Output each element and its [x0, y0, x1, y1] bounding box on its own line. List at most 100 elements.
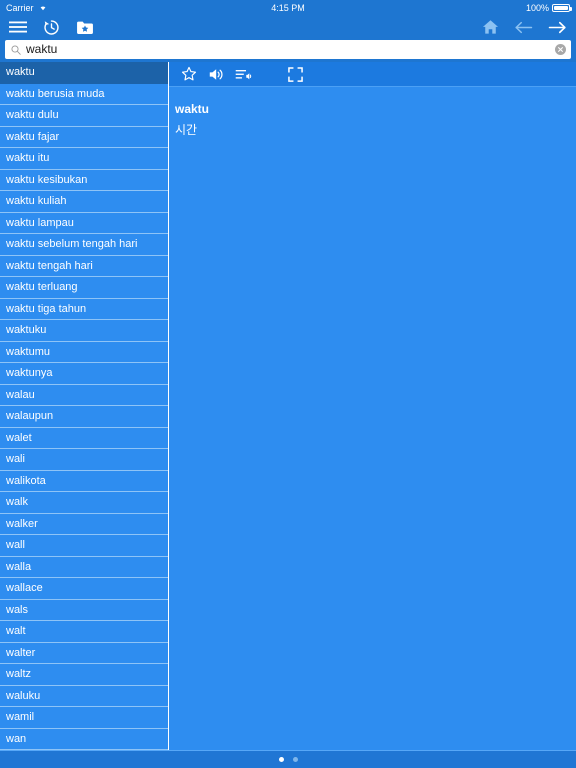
word-list-item-label: wan — [6, 732, 27, 745]
entry-translation: 시간 — [175, 123, 198, 137]
word-list-item[interactable]: waktu sebelum tengah hari — [0, 234, 168, 256]
status-bar-left: Carrier — [6, 3, 48, 13]
arrow-right-icon[interactable] — [548, 20, 567, 35]
word-list-item-label: walikota — [6, 474, 46, 487]
word-list-item[interactable]: wan — [0, 729, 168, 750]
word-list-item[interactable]: walter — [0, 643, 168, 664]
toolbar-right-group — [482, 19, 567, 35]
battery-percent-label: 100% — [525, 3, 549, 13]
entry-toolbar-secondary — [288, 66, 303, 82]
star-outline-icon[interactable] — [181, 66, 197, 82]
folder-star-icon[interactable] — [76, 20, 94, 35]
word-list-item[interactable]: waktu dulu — [0, 105, 168, 127]
word-list-item[interactable]: waktu terluang — [0, 277, 168, 299]
word-list-item[interactable]: walla — [0, 557, 168, 578]
word-list-item-label: waktu dulu — [6, 109, 59, 122]
word-list-item[interactable]: waktu kesibukan — [0, 170, 168, 191]
word-list-item[interactable]: wamil — [0, 707, 168, 729]
clear-circle-icon[interactable] — [555, 44, 566, 55]
word-list-item[interactable]: wali — [0, 449, 168, 471]
entry-headword: waktu — [175, 102, 210, 116]
word-list-item[interactable]: wall — [0, 535, 168, 557]
speaker-icon[interactable] — [208, 67, 224, 82]
word-list-item-label: walker — [6, 517, 38, 530]
word-list-item[interactable]: walet — [0, 428, 168, 449]
page-dot[interactable] — [292, 757, 298, 762]
carrier-label: Carrier — [6, 3, 34, 13]
word-list-item-label: walet — [6, 431, 32, 444]
word-list-item-label: waktu itu — [6, 152, 50, 165]
word-list-item[interactable]: waktu berusia muda — [0, 84, 168, 105]
word-list-item-label: wallace — [6, 582, 43, 595]
word-list-item-label: walla — [6, 560, 32, 573]
entry-toolbar-actions — [181, 66, 252, 82]
word-list-item[interactable]: waltz — [0, 664, 168, 686]
word-list-item[interactable]: walk — [0, 492, 168, 514]
search-icon — [11, 44, 21, 55]
word-list-item[interactable]: waktu tiga tahun — [0, 299, 168, 320]
search-bar: waktu — [0, 38, 576, 62]
hamburger-menu-icon[interactable] — [9, 20, 27, 34]
status-bar-clock: 4:15 PM — [0, 0, 576, 16]
word-list-item[interactable]: walau — [0, 385, 168, 406]
page-indicator[interactable] — [0, 750, 576, 768]
word-list-item-label: waktu — [6, 66, 35, 79]
word-list-item-label: wall — [6, 539, 25, 552]
home-icon[interactable] — [482, 19, 499, 35]
clock-label: 4:15 PM — [271, 3, 305, 13]
wifi-icon — [38, 3, 48, 13]
word-list-item-label: waktu tengah hari — [6, 259, 93, 272]
word-list-item[interactable]: waluku — [0, 686, 168, 707]
word-list-item-label: wali — [6, 453, 25, 466]
text-to-speech-icon[interactable] — [235, 67, 252, 82]
word-list-item[interactable]: wallace — [0, 578, 168, 600]
word-list-item[interactable]: waktumu — [0, 342, 168, 363]
word-list-item-label: waktuku — [6, 324, 47, 337]
page-dot[interactable] — [278, 757, 284, 762]
word-list-item[interactable]: waktuku — [0, 320, 168, 342]
word-list-item[interactable]: waktu lampau — [0, 213, 168, 234]
word-list-item[interactable]: waktu fajar — [0, 127, 168, 148]
word-list-item[interactable]: wals — [0, 600, 168, 621]
word-list-item[interactable]: walikota — [0, 471, 168, 492]
word-list-item[interactable]: waktu — [0, 62, 168, 84]
word-list-item[interactable]: walaupun — [0, 406, 168, 428]
search-input[interactable]: waktu — [5, 40, 571, 59]
word-list-item[interactable]: waktu itu — [0, 148, 168, 170]
word-list-item[interactable]: waktunya — [0, 363, 168, 385]
history-clock-icon[interactable] — [43, 19, 60, 36]
word-list-item-label: waktu sebelum tengah hari — [6, 238, 138, 251]
word-list-item-label: wals — [6, 603, 29, 616]
word-list-item[interactable]: walker — [0, 514, 168, 535]
search-input-value[interactable]: waktu — [26, 40, 555, 59]
word-list-item-label: walter — [6, 646, 36, 659]
word-list-item-label: waktu kuliah — [6, 195, 67, 208]
entry-toolbar — [169, 62, 576, 87]
status-bar: Carrier 4:15 PM 100% — [0, 0, 576, 16]
word-list-item-label: waktu lampau — [6, 216, 74, 229]
battery-full-icon — [552, 4, 572, 12]
word-list-item-label: walk — [6, 496, 29, 509]
word-list-item-label: waktunya — [6, 367, 53, 380]
word-list-item-label: waktu terluang — [6, 281, 78, 294]
word-list-item-label: waltz — [6, 668, 32, 681]
word-list-item-label: walau — [6, 388, 35, 401]
word-list-item-label: waktumu — [6, 345, 51, 358]
word-list-item-label: wamil — [6, 711, 35, 724]
expand-fullscreen-icon[interactable] — [288, 66, 303, 82]
main-split-view: waktu waktu berusia muda waktu dulu waktu f… — [0, 62, 576, 750]
entry-detail-pane: waktu 시간 — [169, 62, 576, 750]
toolbar-left-group — [9, 19, 94, 36]
word-list-item-label: walaupun — [6, 410, 54, 423]
status-bar-right: 100% — [525, 3, 572, 13]
navigation-toolbar — [0, 16, 576, 38]
word-list-item[interactable]: waktu tengah hari — [0, 256, 168, 277]
arrow-left-icon[interactable] — [514, 20, 533, 35]
word-list-item-label: waktu fajar — [6, 130, 60, 143]
word-list-item[interactable]: waktu kuliah — [0, 191, 168, 213]
entry-content: waktu 시간 — [169, 87, 576, 750]
word-list-item-label: waktu berusia muda — [6, 87, 105, 100]
word-list-item-label: waktu kesibukan — [6, 173, 88, 186]
word-list-item[interactable]: walt — [0, 621, 168, 643]
word-list[interactable]: waktu waktu berusia muda waktu dulu waktu f… — [0, 62, 169, 750]
